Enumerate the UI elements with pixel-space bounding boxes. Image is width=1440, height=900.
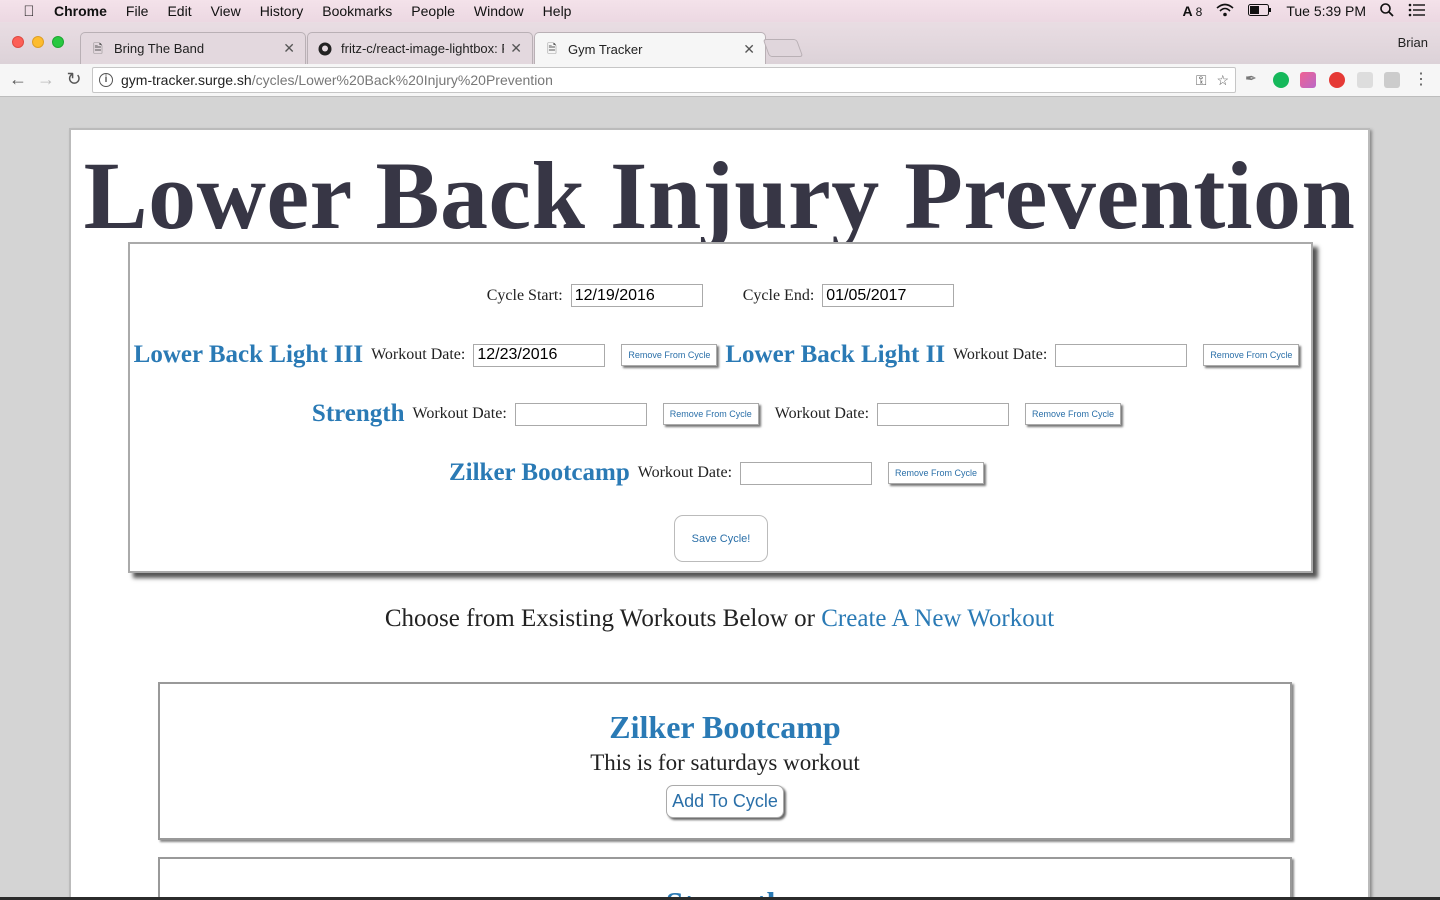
remove-from-cycle-button[interactable]: Remove From Cycle <box>1025 403 1122 425</box>
bookmark-star-icon[interactable]: ☆ <box>1216 72 1229 88</box>
workout-date-input[interactable] <box>1055 343 1188 367</box>
extension-icon[interactable] <box>1384 72 1400 88</box>
page-viewport: Lower Back Injury Prevention Cycle Start… <box>0 97 1440 897</box>
apple-icon[interactable]:  <box>20 3 38 20</box>
workout-date-input[interactable] <box>740 461 873 485</box>
cycle-end-label: Cycle End: <box>742 286 815 304</box>
notification-center-icon[interactable] <box>1408 3 1426 20</box>
close-tab-icon[interactable]: ✕ <box>283 40 295 57</box>
cycle-start-input[interactable] <box>570 284 703 307</box>
spotlight-search-icon[interactable] <box>1380 2 1394 20</box>
battery-icon[interactable] <box>1248 3 1272 19</box>
extension-grid-icon[interactable] <box>1357 72 1373 88</box>
tab-title: Bring The Band <box>114 41 205 56</box>
workout-card: Zilker Bootcamp This is for saturdays wo… <box>158 682 1292 840</box>
remove-from-cycle-button[interactable]: Remove From Cycle <box>662 403 759 425</box>
color-extension-icon[interactable] <box>1300 72 1316 88</box>
workout-date-label: Workout Date: <box>953 346 1048 363</box>
page-icon: 🗎 <box>547 42 557 56</box>
menu-app-name[interactable]: Chrome <box>54 3 107 19</box>
tab-bring-the-band[interactable]: 🗎 Bring The Band ✕ <box>80 32 306 64</box>
cycle-workouts-row-3: Zilker Bootcamp Workout Date: Remove Fro… <box>130 459 1311 487</box>
forward-arrow-icon[interactable]: → <box>36 69 56 90</box>
menu-people[interactable]: People <box>411 3 455 19</box>
workout-card: Strength <box>158 857 1292 897</box>
choose-workouts-prompt: Choose from Exsisting Workouts Below or … <box>71 605 1368 633</box>
cycle-workouts-row-2: Strength Workout Date: Remove From Cycle… <box>130 400 1311 428</box>
close-window-button[interactable] <box>12 36 24 48</box>
add-to-cycle-button[interactable]: Add To Cycle <box>666 785 784 818</box>
page-title: Lower Back Injury Prevention <box>83 142 1356 249</box>
url-host: gym-tracker.surge.sh <box>121 72 252 88</box>
workout-card-title[interactable]: Zilker Bootcamp <box>160 709 1290 746</box>
remove-from-cycle-button[interactable]: Remove From Cycle <box>1203 344 1300 366</box>
menu-edit[interactable]: Edit <box>167 3 191 19</box>
workout-date-label: Workout Date: <box>774 405 870 422</box>
browser-toolbar: ← → ↻ i gym-tracker.surge.sh/cycles/Lowe… <box>0 64 1440 97</box>
cycle-start-label: Cycle Start: <box>486 286 563 304</box>
macos-menubar:  Chrome File Edit View History Bookmark… <box>0 0 1440 22</box>
adobe-icon[interactable]: A8 <box>1183 3 1203 19</box>
workout-card-description: This is for saturdays workout <box>590 750 860 775</box>
cycle-end-input[interactable] <box>822 284 955 307</box>
menu-view[interactable]: View <box>211 3 241 19</box>
cycle-workout-name: Zilker Bootcamp <box>448 459 630 486</box>
github-icon <box>318 42 332 56</box>
page-icon: 🗎 <box>93 41 103 56</box>
choose-text: Choose from Exsisting Workouts Below or <box>384 605 815 632</box>
grammarly-extension-icon[interactable] <box>1273 72 1289 88</box>
menu-window[interactable]: Window <box>474 3 524 19</box>
menu-file[interactable]: File <box>126 3 149 19</box>
workout-card-title[interactable]: Strength <box>160 885 1290 897</box>
reload-icon[interactable]: ↻ <box>64 69 84 90</box>
cycle-workout-name: Lower Back Light II <box>725 341 946 368</box>
new-tab-button[interactable] <box>762 39 804 57</box>
back-arrow-icon[interactable]: ← <box>8 69 28 90</box>
tab-github[interactable]: fritz-c/react-image-lightbox: R ✕ <box>307 32 533 64</box>
address-bar[interactable]: i gym-tracker.surge.sh/cycles/Lower%20Ba… <box>92 67 1236 93</box>
omnibox-actions: ⚿ ☆ <box>1196 72 1229 89</box>
cycle-dates-row: Cycle Start: Cycle End: <box>130 284 1311 307</box>
close-tab-icon[interactable]: ✕ <box>743 41 755 58</box>
workout-date-label: Workout Date: <box>412 405 507 422</box>
workout-date-input[interactable] <box>877 402 1010 426</box>
remove-from-cycle-button[interactable]: Remove From Cycle <box>888 462 985 484</box>
workout-date-input[interactable] <box>514 402 647 426</box>
menu-bookmarks[interactable]: Bookmarks <box>322 3 392 19</box>
create-new-workout-link[interactable]: Create A New Workout <box>821 605 1054 632</box>
clock[interactable]: Tue 5:39 PM <box>1286 3 1366 19</box>
eyedropper-extension-icon[interactable]: ✒ <box>1245 70 1261 86</box>
cycle-workout-name: Lower Back Light III <box>133 341 364 368</box>
chrome-menu-icon[interactable]: ⋮ <box>1411 69 1431 89</box>
zoom-window-button[interactable] <box>52 36 64 48</box>
wifi-icon[interactable] <box>1216 3 1234 20</box>
workout-date-input[interactable] <box>473 343 606 367</box>
menu-history[interactable]: History <box>260 3 304 19</box>
key-icon[interactable]: ⚿ <box>1196 72 1207 88</box>
minimize-window-button[interactable] <box>32 36 44 48</box>
cycle-editor: Cycle Start: Cycle End: Lower Back Light… <box>128 242 1313 573</box>
cycle-workouts-row-1: Lower Back Light III Workout Date: Remov… <box>130 341 1311 369</box>
adblock-extension-icon[interactable] <box>1329 72 1345 88</box>
adobe-count: 8 <box>1195 5 1203 19</box>
tab-title: Gym Tracker <box>568 41 643 57</box>
close-tab-icon[interactable]: ✕ <box>510 40 522 57</box>
cycle-workout-name: Strength <box>311 400 405 427</box>
tab-gym-tracker[interactable]: 🗎 Gym Tracker ✕ <box>534 32 766 65</box>
remove-from-cycle-button[interactable]: Remove From Cycle <box>621 344 718 366</box>
tab-strip: 🗎 Bring The Band ✕ fritz-c/react-image-l… <box>0 22 1440 65</box>
tab-title: fritz-c/react-image-lightbox: R <box>341 41 505 56</box>
page-sheet: Lower Back Injury Prevention Cycle Start… <box>69 128 1370 897</box>
profile-name[interactable]: Brian <box>1398 35 1428 50</box>
workout-date-label: Workout Date: <box>371 346 466 363</box>
status-area: A8 Tue 5:39 PM <box>1183 0 1440 22</box>
url-path: /cycles/Lower%20Back%20Injury%20Preventi… <box>251 72 553 88</box>
menu-help[interactable]: Help <box>543 3 572 19</box>
workout-date-label: Workout Date: <box>637 464 733 481</box>
site-info-icon[interactable]: i <box>99 73 113 87</box>
save-cycle-button[interactable]: Save Cycle! <box>674 515 768 562</box>
